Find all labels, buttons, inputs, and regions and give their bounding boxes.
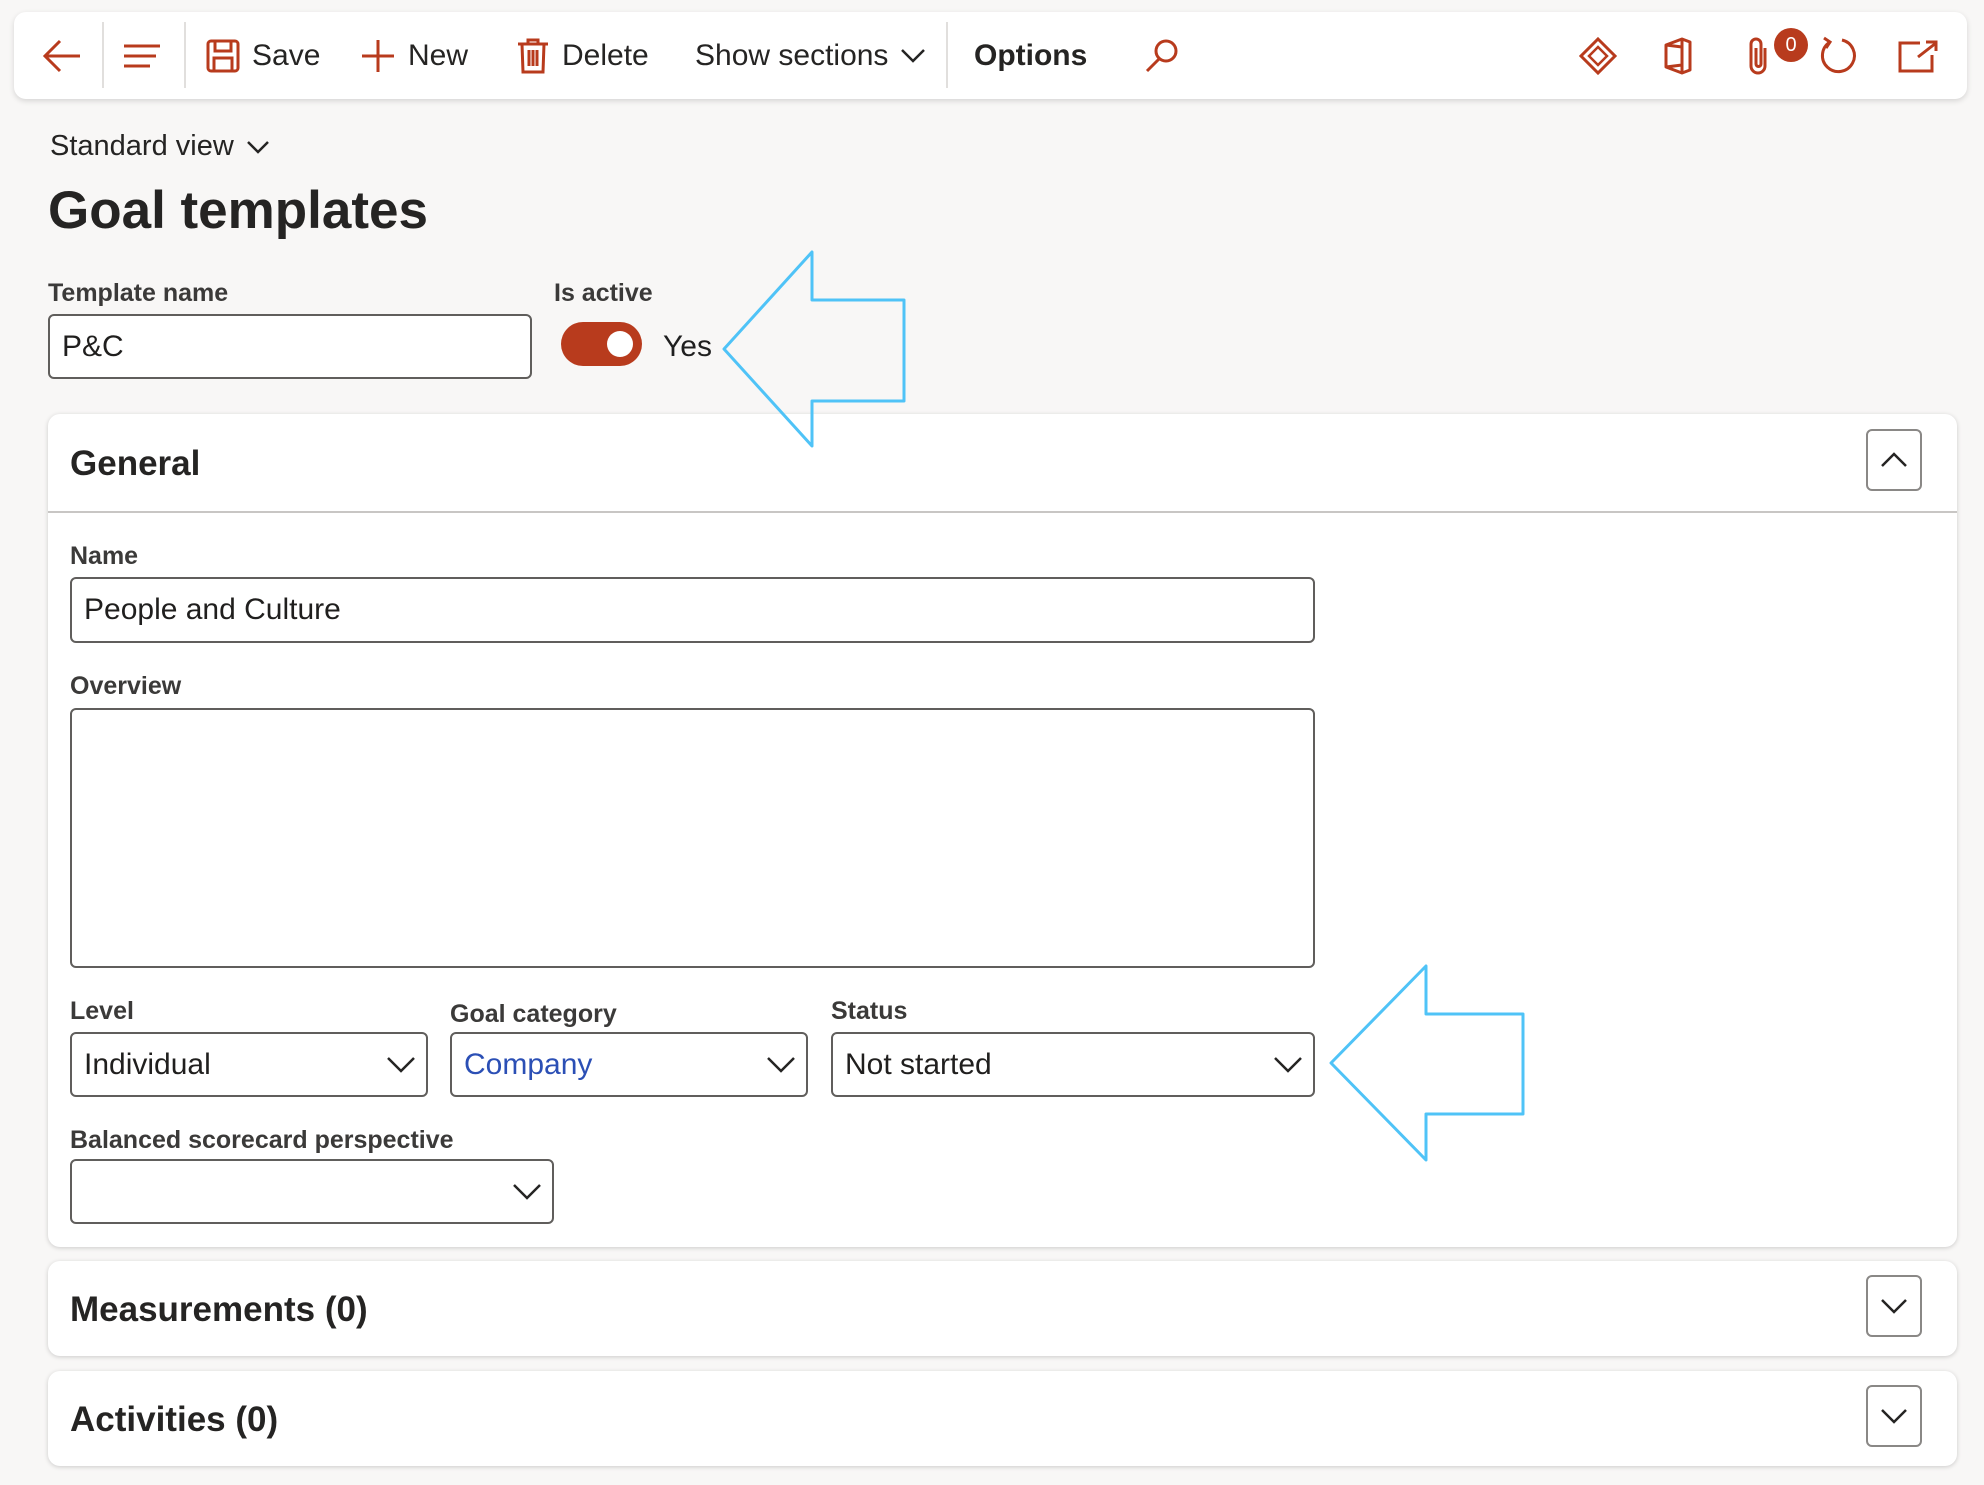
overview-label: Overview: [70, 672, 182, 700]
delete-label: Delete: [562, 39, 649, 72]
chevron-down-icon: [1274, 1056, 1302, 1073]
back-button[interactable]: [40, 34, 84, 78]
show-sections-label: Show sections: [695, 39, 889, 72]
plus-icon: [362, 40, 394, 72]
name-value: People and Culture: [84, 593, 341, 626]
template-name-label: Template name: [48, 279, 229, 307]
pop-out-icon: [1898, 40, 1938, 73]
name-input[interactable]: People and Culture: [70, 577, 1315, 643]
expand-measurements-button[interactable]: [1866, 1275, 1922, 1337]
level-label: Level: [70, 997, 134, 1025]
annotation-arrow-left-icon: [1329, 964, 1525, 1162]
search-button[interactable]: [1140, 34, 1184, 78]
balanced-scorecard-label: Balanced scorecard perspective: [70, 1126, 454, 1154]
office-button[interactable]: [1656, 34, 1700, 78]
chevron-up-icon: [1881, 452, 1907, 467]
level-select[interactable]: Individual: [70, 1032, 428, 1097]
balanced-scorecard-select[interactable]: [70, 1159, 554, 1224]
level-value: Individual: [84, 1047, 211, 1081]
diamond-icon: [1579, 37, 1617, 75]
template-name-input[interactable]: P&C: [48, 314, 532, 379]
save-icon: [206, 39, 240, 73]
refresh-icon: [1820, 36, 1856, 74]
page-title: Goal templates: [48, 181, 428, 240]
name-label: Name: [70, 542, 139, 570]
chevron-down-icon: [513, 1183, 541, 1200]
section-divider: [48, 511, 1957, 513]
goal-category-select[interactable]: Company: [450, 1032, 808, 1097]
save-button[interactable]: Save: [206, 34, 320, 78]
back-arrow-icon: [42, 39, 80, 73]
is-active-toggle[interactable]: [561, 322, 642, 366]
is-active-label: Is active: [554, 279, 653, 307]
view-selector[interactable]: Standard view: [50, 130, 270, 163]
action-toolbar: Save New Delete Show sections Options 0: [14, 12, 1967, 99]
new-label: New: [408, 39, 469, 72]
delete-button[interactable]: Delete: [516, 34, 649, 78]
activities-section-title: Activities (0): [70, 1400, 279, 1439]
is-active-value: Yes: [663, 330, 712, 363]
menu-button[interactable]: [120, 34, 164, 78]
show-sections-button[interactable]: Show sections: [695, 34, 926, 78]
status-select[interactable]: Not started: [831, 1032, 1315, 1097]
toggle-knob: [607, 331, 633, 357]
expand-activities-button[interactable]: [1866, 1385, 1922, 1447]
save-label: Save: [252, 39, 321, 72]
refresh-button[interactable]: [1816, 34, 1860, 78]
options-button[interactable]: Options: [974, 34, 1087, 78]
annotation-arrow-left-icon: [722, 250, 906, 448]
hamburger-menu-icon: [124, 44, 160, 68]
chevron-down-icon: [1881, 1299, 1907, 1314]
trash-icon: [518, 38, 548, 74]
attachments-count-badge: 0: [1774, 28, 1808, 62]
options-label: Options: [974, 39, 1088, 72]
measurements-section-title: Measurements (0): [70, 1290, 368, 1329]
office-icon: [1664, 37, 1692, 75]
collapse-general-button[interactable]: [1866, 429, 1922, 491]
view-label: Standard view: [50, 130, 234, 162]
chevron-down-icon: [1881, 1409, 1907, 1424]
goal-category-value[interactable]: Company: [464, 1048, 592, 1082]
template-name-value: P&C: [62, 329, 124, 363]
chevron-down-icon: [767, 1056, 795, 1073]
search-icon: [1145, 39, 1178, 73]
activities-section: [48, 1371, 1957, 1466]
status-label: Status: [831, 997, 908, 1025]
chevron-down-icon: [901, 49, 926, 63]
power-apps-button[interactable]: [1576, 34, 1620, 78]
status-value: Not started: [845, 1047, 992, 1081]
paperclip-icon: [1749, 37, 1767, 75]
goal-category-label: Goal category: [450, 1000, 617, 1028]
chevron-down-icon: [246, 140, 269, 154]
chevron-down-icon: [387, 1056, 415, 1073]
new-button[interactable]: New: [360, 34, 468, 78]
overview-textarea[interactable]: [70, 708, 1315, 968]
general-section-title: General: [70, 444, 201, 483]
open-new-window-button[interactable]: [1896, 34, 1940, 78]
